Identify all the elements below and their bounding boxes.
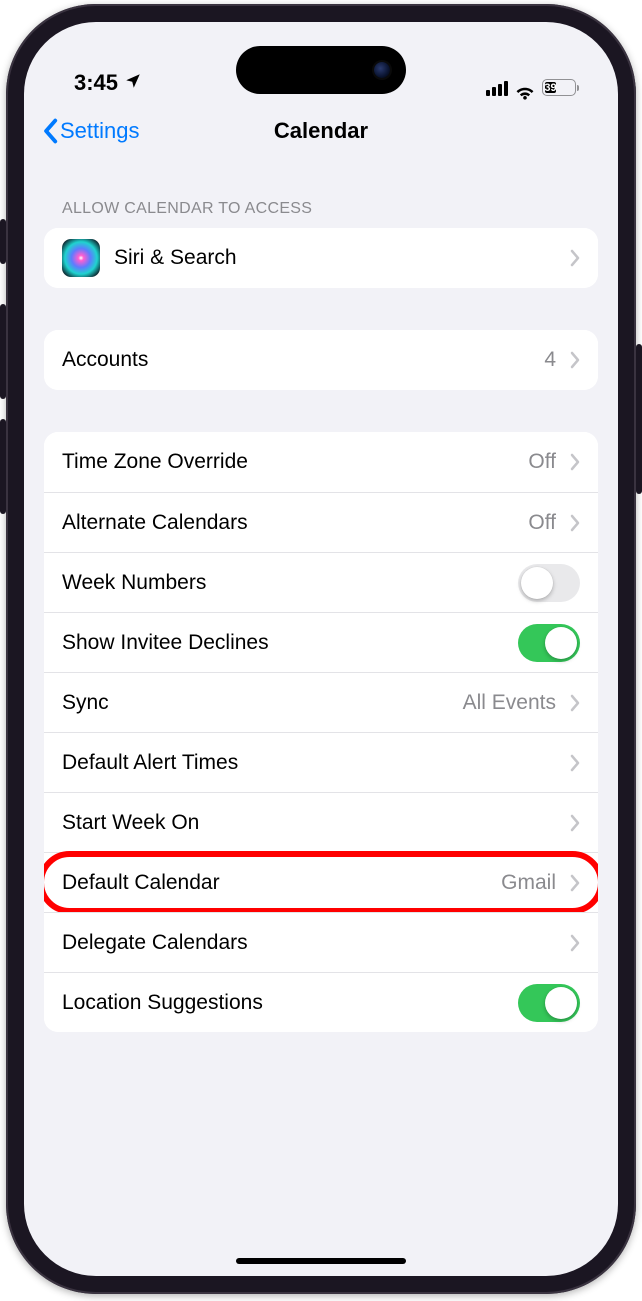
row-label: Show Invitee Declines — [62, 631, 504, 655]
row-week-numbers[interactable]: Week Numbers — [44, 552, 598, 612]
row-start-week-on[interactable]: Start Week On — [44, 792, 598, 852]
row-label: Siri & Search — [114, 246, 556, 270]
row-location-suggestions[interactable]: Location Suggestions — [44, 972, 598, 1032]
row-label: Default Alert Times — [62, 751, 556, 775]
row-value: 4 — [544, 348, 556, 372]
section-header-access: ALLOW CALENDAR TO ACCESS — [44, 160, 598, 228]
mute-switch — [0, 219, 6, 264]
row-time-zone-override[interactable]: Time Zone Override Off — [44, 432, 598, 492]
row-show-invitee-declines[interactable]: Show Invitee Declines — [44, 612, 598, 672]
row-default-calendar[interactable]: Default Calendar Gmail — [44, 852, 598, 912]
chevron-right-icon — [570, 249, 580, 267]
row-label: Delegate Calendars — [62, 931, 556, 955]
chevron-left-icon — [42, 118, 58, 144]
row-label: Week Numbers — [62, 571, 504, 595]
row-label: Location Suggestions — [62, 991, 504, 1015]
chevron-right-icon — [570, 934, 580, 952]
toggle-week-numbers[interactable] — [518, 564, 580, 602]
cell-signal-icon — [486, 80, 508, 96]
row-label: Time Zone Override — [62, 450, 514, 474]
phone-frame: 3:45 39 — [6, 4, 636, 1294]
volume-down-button — [0, 419, 6, 514]
dynamic-island — [236, 46, 406, 94]
nav-bar: Settings Calendar — [24, 102, 618, 160]
row-label: Accounts — [62, 348, 530, 372]
chevron-right-icon — [570, 694, 580, 712]
chevron-right-icon — [570, 814, 580, 832]
status-time: 3:45 — [74, 70, 118, 96]
row-siri-search[interactable]: Siri & Search — [44, 228, 598, 288]
row-value: All Events — [463, 691, 556, 715]
back-button[interactable]: Settings — [42, 118, 140, 144]
row-alternate-calendars[interactable]: Alternate Calendars Off — [44, 492, 598, 552]
battery-percent: 39 — [544, 82, 556, 94]
row-label: Default Calendar — [62, 871, 487, 895]
volume-up-button — [0, 304, 6, 399]
screen: 3:45 39 — [24, 22, 618, 1276]
chevron-right-icon — [570, 754, 580, 772]
chevron-right-icon — [570, 351, 580, 369]
chevron-right-icon — [570, 874, 580, 892]
back-label: Settings — [60, 118, 140, 144]
power-button — [636, 344, 642, 494]
toggle-location-suggestions[interactable] — [518, 984, 580, 1022]
chevron-right-icon — [570, 453, 580, 471]
row-delegate-calendars[interactable]: Delegate Calendars — [44, 912, 598, 972]
row-accounts[interactable]: Accounts 4 — [44, 330, 598, 390]
location-arrow-icon — [124, 70, 142, 96]
chevron-right-icon — [570, 514, 580, 532]
row-value: Gmail — [501, 871, 556, 895]
row-label: Sync — [62, 691, 449, 715]
toggle-invitee-declines[interactable] — [518, 624, 580, 662]
front-camera-icon — [374, 62, 390, 78]
row-value: Off — [528, 511, 556, 535]
row-label: Start Week On — [62, 811, 556, 835]
wifi-icon — [514, 80, 536, 96]
row-default-alert-times[interactable]: Default Alert Times — [44, 732, 598, 792]
battery-icon: 39 — [542, 79, 576, 96]
row-label: Alternate Calendars — [62, 511, 514, 535]
row-value: Off — [528, 450, 556, 474]
home-indicator[interactable] — [236, 1258, 406, 1264]
row-sync[interactable]: Sync All Events — [44, 672, 598, 732]
siri-icon — [62, 239, 100, 277]
